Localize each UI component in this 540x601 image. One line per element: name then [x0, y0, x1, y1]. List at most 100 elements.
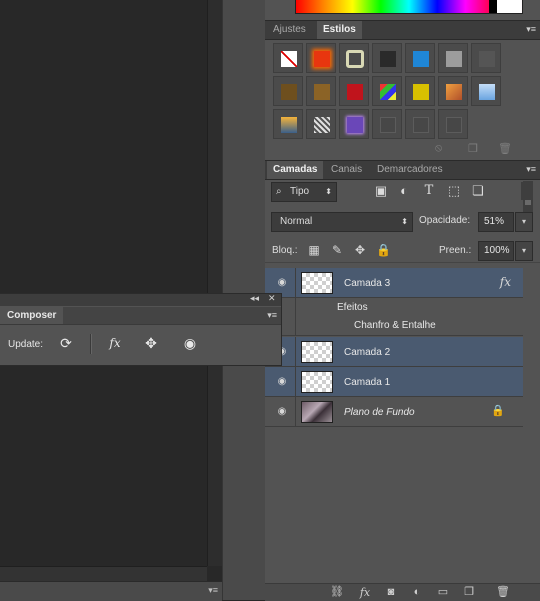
style-swatch-yellow-button[interactable]: [405, 76, 435, 106]
blend-mode-select[interactable]: Normal ⬍: [271, 212, 413, 232]
add-mask-icon[interactable]: ◙: [383, 585, 399, 600]
layer-name: Camada 1: [344, 377, 391, 388]
style-swatch-empty-1[interactable]: [372, 109, 402, 139]
tab-camadas[interactable]: Camadas: [267, 161, 324, 179]
image-filter-icon[interactable]: ▣: [373, 182, 389, 200]
fx-icon[interactable]: fx: [106, 334, 124, 352]
lock-icon: 🔒: [491, 405, 505, 417]
adjustment-layer-icon[interactable]: ◐: [409, 585, 425, 600]
swatch-preview: [314, 51, 330, 67]
spectrum-white[interactable]: [497, 0, 521, 13]
swatch-preview: [380, 51, 396, 67]
move-icon[interactable]: ✥: [142, 334, 160, 352]
smart-object-filter-icon[interactable]: ❏: [470, 182, 486, 200]
chevron-updown-icon: ⬍: [325, 187, 332, 196]
tab-ajustes[interactable]: Ajustes: [267, 21, 312, 39]
panel-menu-icon[interactable]: ▾≡: [526, 24, 536, 35]
panel-menu-icon[interactable]: ▾≡: [208, 586, 218, 595]
layer-row-camada-1[interactable]: ◉ Camada 1: [265, 367, 523, 397]
refresh-icon[interactable]: ⟳: [57, 334, 75, 352]
close-icon[interactable]: ✕: [268, 293, 276, 304]
eye-icon[interactable]: ◉: [271, 367, 293, 396]
opacity-label: Opacidade:: [419, 215, 471, 226]
swatch-preview: [413, 84, 429, 100]
canvas-vertical-scrollbar[interactable]: [207, 0, 222, 566]
style-swatch-empty-3[interactable]: [438, 109, 468, 139]
swatch-preview: [314, 117, 330, 133]
spectrum-black[interactable]: [489, 0, 497, 13]
shape-filter-icon[interactable]: ⬚: [446, 182, 462, 200]
blend-mode-value: Normal: [280, 216, 313, 227]
link-layers-icon[interactable]: ⛓: [329, 585, 345, 600]
type-filter-icon[interactable]: T: [421, 182, 437, 200]
fill-dropdown-arrow[interactable]: ▾: [515, 241, 533, 261]
styles-grid: [273, 43, 501, 139]
panel-menu-icon[interactable]: ▾≡: [267, 310, 277, 321]
swatch-preview: [413, 117, 429, 133]
style-swatch-colorful-pattern[interactable]: [372, 76, 402, 106]
style-swatch-no-style[interactable]: [273, 43, 303, 73]
search-icon: ⌕: [276, 186, 282, 197]
styles-footer: ⦸ ❐ 🗑: [265, 142, 540, 159]
style-swatch-empty-2[interactable]: [405, 109, 435, 139]
eye-icon[interactable]: ◉: [271, 397, 293, 426]
tab-estilos[interactable]: Estilos: [317, 21, 362, 39]
style-swatch-orange-gradient[interactable]: [438, 76, 468, 106]
composer-tabbar: Composer ▾≡: [0, 307, 281, 325]
new-layer-icon[interactable]: ❐: [461, 585, 477, 600]
layer-name: Camada 2: [344, 347, 391, 358]
style-swatch-sunset-photo[interactable]: [273, 109, 303, 139]
filter-kind-label: Tipo: [290, 186, 310, 197]
layer-row-camada-2[interactable]: ◉ Camada 2: [265, 337, 523, 367]
panel-titlebar[interactable]: ◂◂ ✕: [0, 293, 281, 306]
chevron-updown-icon: ⬍: [401, 217, 408, 226]
new-group-icon[interactable]: ▭: [435, 585, 451, 600]
layer-effects-group[interactable]: Efeitos Chanfro & Entalhe: [265, 298, 523, 336]
panel-menu-icon[interactable]: ▾≡: [526, 164, 536, 175]
layer-name: Plano de Fundo: [344, 407, 415, 418]
style-swatch-gold-bevel[interactable]: [306, 76, 336, 106]
lock-position-icon[interactable]: ✥: [353, 242, 367, 258]
style-swatch-red-glow[interactable]: [306, 43, 336, 73]
tab-composer[interactable]: Composer: [0, 307, 64, 324]
fx-icon[interactable]: fx: [357, 585, 373, 600]
adjustment-filter-icon[interactable]: ◐: [396, 182, 412, 200]
clear-style-icon[interactable]: ⦸: [435, 142, 442, 155]
visibility-icon[interactable]: ◉: [181, 334, 199, 352]
style-swatch-chrome-ball[interactable]: [372, 43, 402, 73]
style-swatch-sky-gradient[interactable]: [471, 76, 501, 106]
filter-toggle[interactable]: [521, 182, 531, 200]
style-swatch-blue-bevel[interactable]: [405, 43, 435, 73]
swatch-preview: [281, 51, 297, 67]
opacity-input[interactable]: 51%: [478, 212, 514, 232]
layer-row-camada-3[interactable]: ◉ Camada 3 fx: [265, 268, 523, 298]
layer-fx-icon[interactable]: fx: [500, 275, 511, 289]
layer-thumbnail-photo: [301, 401, 333, 423]
style-swatch-bronze-bevel[interactable]: [273, 76, 303, 106]
swatch-preview: [380, 84, 396, 100]
layer-row-plano-de-fundo[interactable]: ◉ Plano de Fundo 🔒: [265, 397, 523, 427]
fill-input[interactable]: 100%: [478, 241, 514, 261]
delete-style-icon[interactable]: 🗑: [498, 142, 512, 155]
canvas-horizontal-scrollbar[interactable]: [0, 566, 207, 581]
lock-pixels-icon[interactable]: ✎: [330, 242, 344, 258]
opacity-dropdown-arrow[interactable]: ▾: [515, 212, 533, 232]
divider: [265, 262, 540, 263]
lock-all-icon[interactable]: 🔒: [376, 242, 391, 258]
collapse-icon[interactable]: ◂◂: [250, 293, 259, 304]
delete-layer-icon[interactable]: 🗑: [495, 585, 511, 600]
effects-label: Efeitos: [337, 302, 368, 313]
swatch-preview: [281, 84, 297, 100]
swatch-preview: [446, 84, 462, 100]
style-swatch-steel-gradient[interactable]: [471, 43, 501, 73]
lock-transparency-icon[interactable]: ▦: [307, 242, 321, 258]
style-swatch-gray-flat[interactable]: [438, 43, 468, 73]
layer-filter-kind-select[interactable]: ⌕ Tipo ⬍: [271, 182, 337, 202]
new-style-icon[interactable]: ❐: [468, 142, 478, 155]
style-swatch-purple-glow[interactable]: [339, 109, 369, 139]
tab-canais[interactable]: Canais: [325, 161, 368, 179]
style-swatch-cracked-texture[interactable]: [306, 109, 336, 139]
style-swatch-red-button[interactable]: [339, 76, 369, 106]
style-swatch-outline-frame[interactable]: [339, 43, 369, 73]
tab-demarcadores[interactable]: Demarcadores: [371, 161, 449, 179]
